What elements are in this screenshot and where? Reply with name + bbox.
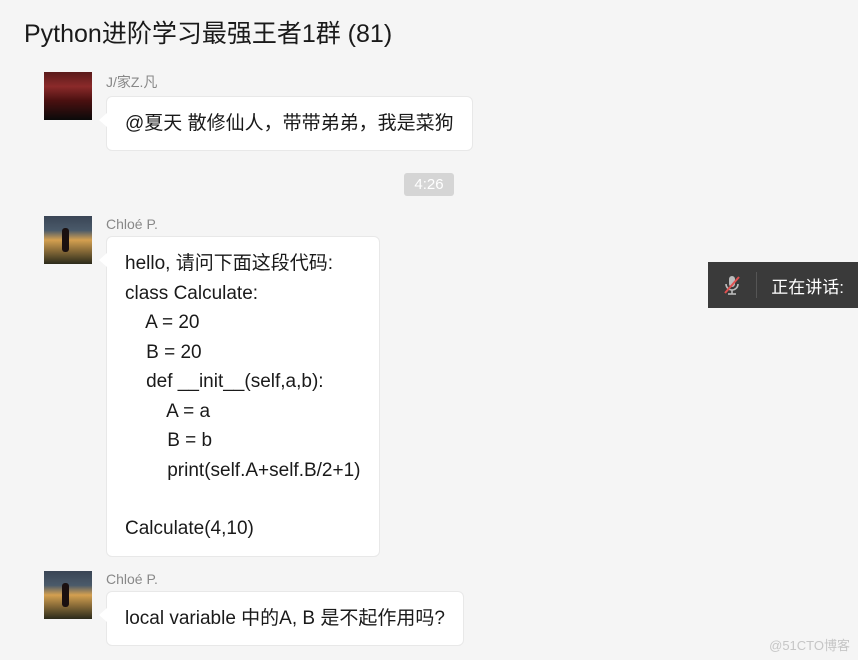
message-row: Chloé P. local variable 中的A, B 是不起作用吗? [0, 567, 858, 656]
chat-header: Python进阶学习最强王者1群 (81) [0, 0, 858, 68]
sender-name: Chloé P. [106, 216, 380, 232]
voice-indicator[interactable]: 正在讲话: [708, 262, 858, 308]
chat-title: Python进阶学习最强王者1群 (81) [24, 14, 834, 50]
divider [756, 272, 757, 298]
sender-name: Chloé P. [106, 571, 464, 587]
message-column: J/家Z.凡 @夏天 散修仙人，带带弟弟，我是菜狗 [106, 72, 473, 151]
sender-name: J/家Z.凡 [106, 72, 473, 92]
time-label: 4:26 [404, 173, 453, 196]
voice-label: 正在讲话: [771, 273, 844, 298]
chat-area: J/家Z.凡 @夏天 散修仙人，带带弟弟，我是菜狗 4:26 Chloé P. … [0, 68, 858, 656]
message-column: Chloé P. hello, 请问下面这段代码: class Calculat… [106, 216, 380, 556]
avatar[interactable] [44, 571, 92, 619]
mic-muted-icon [722, 274, 742, 296]
watermark: @51CTO博客 [769, 635, 850, 654]
avatar[interactable] [44, 72, 92, 120]
message-row: J/家Z.凡 @夏天 散修仙人，带带弟弟，我是菜狗 [0, 68, 858, 161]
message-bubble[interactable]: local variable 中的A, B 是不起作用吗? [106, 591, 464, 646]
message-bubble[interactable]: hello, 请问下面这段代码: class Calculate: A = 20… [106, 236, 380, 556]
message-column: Chloé P. local variable 中的A, B 是不起作用吗? [106, 571, 464, 646]
time-badge: 4:26 [0, 173, 858, 196]
avatar[interactable] [44, 216, 92, 264]
message-bubble[interactable]: @夏天 散修仙人，带带弟弟，我是菜狗 [106, 96, 473, 151]
